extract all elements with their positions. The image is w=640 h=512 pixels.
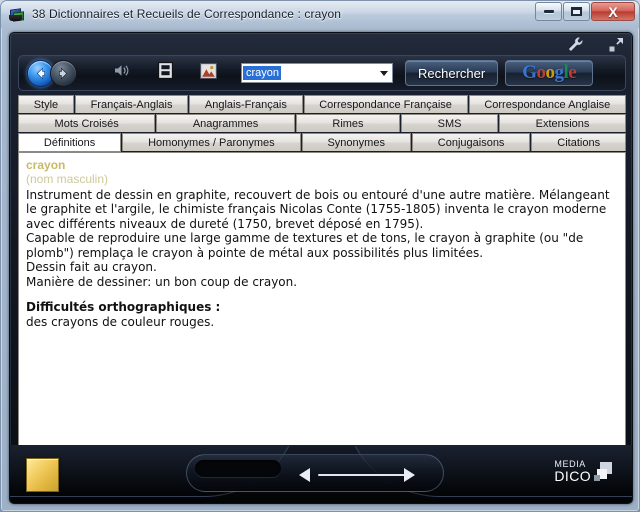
tab-citations[interactable]: Citations (531, 133, 626, 151)
next-arrow-icon[interactable] (404, 468, 415, 482)
search-input[interactable]: crayon (243, 65, 282, 81)
tab-anagrammes[interactable]: Anagrammes (156, 114, 295, 132)
difficulties-heading: Difficultés orthographiques : (26, 300, 221, 315)
tab-anglais-francais[interactable]: Anglais-Français (189, 95, 303, 113)
tab-rimes[interactable]: Rimes (295, 114, 401, 132)
search-button[interactable]: Rechercher (405, 60, 499, 86)
forward-button[interactable] (50, 59, 77, 87)
chevron-down-icon (379, 70, 388, 76)
toolbar-icons (113, 62, 217, 84)
tab-style[interactable]: Style (18, 95, 74, 113)
definition-content-pane[interactable]: crayon (nom masculin) Instrument de dess… (18, 152, 626, 464)
tab-sms[interactable]: SMS (401, 114, 499, 132)
minimize-icon (543, 10, 554, 13)
tab-mots-croises[interactable]: Mots Croisés (18, 114, 156, 132)
maximize-button[interactable] (563, 2, 590, 21)
tab-homonymes-paronymes[interactable]: Homonymes / Paronymes (122, 133, 301, 151)
google-search-button[interactable]: Google (505, 60, 594, 86)
search-dropdown-button[interactable] (375, 64, 392, 82)
tab-bar: Style Français-Anglais Anglais-Français … (18, 95, 627, 152)
picture-icon[interactable] (200, 62, 217, 84)
search-combobox[interactable]: crayon (241, 63, 393, 83)
books-icon (8, 6, 25, 23)
pod-progress-line[interactable] (318, 474, 408, 476)
tab-correspondance-anglaise[interactable]: Correspondance Anglaise (468, 95, 627, 113)
tab-row-1: Style Français-Anglais Anglais-Français … (18, 95, 627, 113)
forward-arrow-icon (59, 67, 68, 79)
navigation-pod (186, 454, 444, 492)
difficulties-text: des crayons de couleur rouges. (26, 314, 215, 329)
mediadico-logo: MEDIA DICO (554, 460, 612, 483)
definition-paragraph-1: Instrument de dessin en graphite, recouv… (26, 187, 610, 231)
tab-row-2: Mots Croisés Anagrammes Rimes SMS Extens… (18, 114, 626, 132)
maximize-icon (571, 7, 582, 16)
tab-francais-anglais[interactable]: Français-Anglais (74, 95, 189, 113)
list-document-icon[interactable] (158, 62, 173, 84)
minimize-button[interactable] (535, 2, 562, 21)
tab-synonymes[interactable]: Synonymes (301, 133, 411, 151)
pod-display-slot (195, 460, 281, 477)
bookmark-button[interactable] (26, 458, 59, 492)
definition-paragraph-2: Capable de reproduire une large gamme de… (26, 231, 584, 260)
window-controls: X (535, 2, 635, 21)
close-button[interactable]: X (591, 2, 635, 21)
tab-definitions[interactable]: Définitions (18, 133, 122, 152)
tab-extensions[interactable]: Extensions (499, 114, 626, 132)
entry-headword: crayon (26, 158, 66, 172)
os-window: 38 Dictionnaires et Recueils de Correspo… (0, 0, 640, 512)
entry-part-of-speech: (nom masculin) (26, 172, 109, 187)
back-arrow-icon (36, 67, 45, 79)
previous-arrow-icon[interactable] (299, 468, 310, 482)
definition-paragraph-4: Manière de dessiner: un bon coup de cray… (26, 274, 298, 289)
tab-correspondance-francaise[interactable]: Correspondance Française (303, 95, 468, 113)
navigation-buttons (27, 59, 77, 87)
window-title: 38 Dictionnaires et Recueils de Correspo… (32, 7, 341, 21)
speaker-icon[interactable] (113, 63, 131, 83)
window-titlebar[interactable]: 38 Dictionnaires et Recueils de Correspo… (1, 1, 639, 28)
close-icon: X (608, 3, 618, 20)
app-header (10, 33, 632, 55)
google-logo: Google (522, 62, 577, 83)
application-body: crayon Rechercher Google Style Français-… (9, 32, 633, 504)
search-button-label: Rechercher (418, 65, 486, 81)
main-toolbar: crayon Rechercher Google (18, 55, 626, 91)
footer-dock: MEDIA DICO (10, 445, 632, 503)
brand-dico-label: DICO (554, 468, 591, 484)
brand-mark-icon (594, 461, 612, 482)
tab-conjugaisons[interactable]: Conjugaisons (411, 133, 531, 151)
definition-paragraph-3: Dessin fait au crayon. (26, 260, 157, 275)
tab-row-3: Définitions Homonymes / Paronymes Synony… (18, 133, 626, 152)
